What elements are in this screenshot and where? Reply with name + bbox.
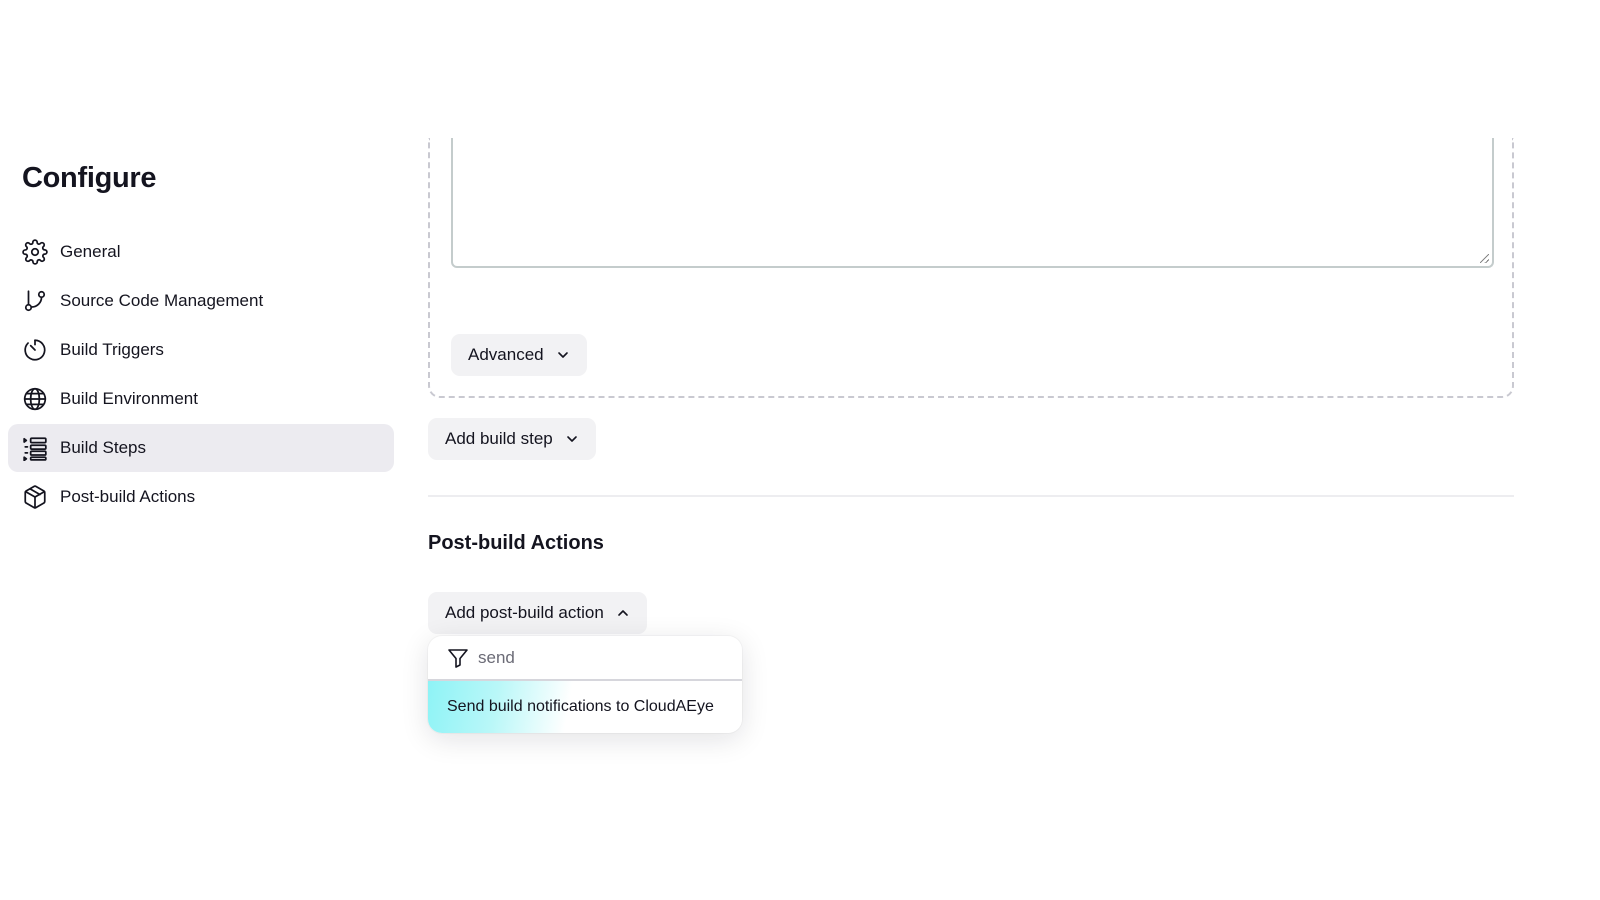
add-post-build-action-button[interactable]: Add post-build action: [428, 592, 647, 634]
add-build-step-label: Add build step: [445, 429, 553, 448]
package-icon: [24, 485, 46, 509]
globe-icon: [23, 387, 47, 411]
timer-icon: [24, 339, 46, 361]
resize-handle-icon[interactable]: [1480, 254, 1489, 263]
advanced-button-label: Advanced: [468, 345, 544, 364]
list-icon: [23, 437, 47, 461]
sidebar-item-build-triggers[interactable]: Build Triggers: [8, 326, 394, 374]
chevron-down-icon: [557, 352, 568, 358]
dropdown-item-send-build-notifications[interactable]: Send build notifications to CloudAEye: [428, 681, 742, 733]
post-build-section-title: Post-build Actions: [428, 532, 604, 554]
main-content: Advanced Add build step Post-build Actio…: [428, 0, 1518, 900]
sidebar-item-build-steps[interactable]: Build Steps: [8, 424, 394, 472]
add-build-step-button[interactable]: Add build step: [428, 418, 596, 460]
filter-input[interactable]: [478, 647, 718, 668]
sidebar-item-label: Post-build Actions: [60, 487, 196, 506]
gear-icon: [22, 239, 48, 265]
sidebar-item-label: Build Steps: [60, 438, 146, 457]
chevron-up-icon: [617, 610, 628, 616]
git-branch-icon: [24, 290, 46, 312]
sidebar-nav: General Source Code Management Build Tri…: [8, 228, 394, 521]
command-textarea[interactable]: [451, 138, 1494, 268]
chevron-down-icon: [566, 436, 577, 442]
sidebar-item-label: Build Triggers: [60, 340, 164, 359]
sidebar-item-source-code-management[interactable]: Source Code Management: [8, 277, 394, 325]
dropdown-item-label: Send build notifications to CloudAEye: [447, 698, 714, 715]
filter-icon: [448, 648, 468, 668]
sidebar-item-label: General: [60, 242, 121, 261]
dropdown-filter: [428, 636, 742, 681]
sidebar: Configure General Source Code Management: [8, 160, 394, 522]
sidebar-item-build-environment[interactable]: Build Environment: [8, 375, 394, 423]
sidebar-item-label: Source Code Management: [60, 291, 264, 310]
build-step-container: Advanced: [428, 138, 1514, 398]
configure-page: Configure General Source Code Management: [0, 0, 1600, 900]
sidebar-item-post-build-actions[interactable]: Post-build Actions: [8, 473, 394, 521]
sidebar-item-label: Build Environment: [60, 389, 198, 408]
section-divider: [428, 495, 1514, 497]
post-build-action-dropdown: Send build notifications to CloudAEye: [428, 636, 742, 733]
sidebar-item-general[interactable]: General: [8, 228, 394, 276]
page-title: Configure: [22, 162, 157, 194]
advanced-button[interactable]: Advanced: [451, 334, 587, 376]
add-post-build-action-label: Add post-build action: [445, 603, 604, 622]
